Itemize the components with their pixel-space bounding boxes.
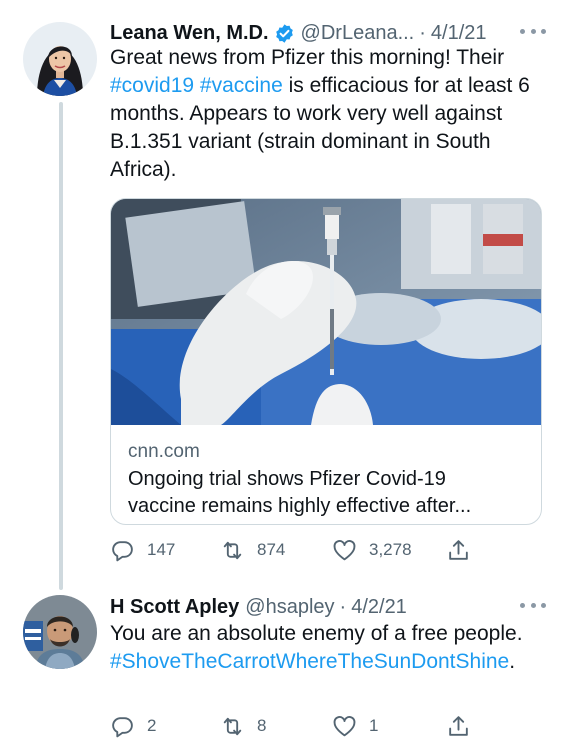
header-separator: · [339, 595, 347, 618]
retweet-arrows-icon [223, 541, 242, 559]
retweet-count: 874 [257, 540, 286, 559]
share-upload-icon [449, 715, 468, 736]
avatar-h-scott-apley[interactable] [23, 595, 97, 669]
more-dots-icon[interactable] [520, 595, 546, 615]
hashtag-vaccine-link[interactable]: #vaccine [200, 74, 283, 97]
like-count: 1 [369, 716, 379, 735]
more-dots-icon[interactable] [520, 21, 546, 41]
tweet-date[interactable]: 4/2/21 [351, 596, 407, 619]
original-tweet[interactable]: Leana Wen, M.D. @DrLeana... · 4/1/21 Gre… [0, 0, 566, 590]
card-title-line: Ongoing trial shows Pfizer Covid-19 [128, 468, 446, 490]
share-button[interactable] [446, 711, 471, 741]
card-domain: cnn.com [128, 441, 200, 462]
author-name[interactable]: H Scott Apley [110, 596, 239, 619]
tweet-text: You are an absolute enemy of a free peop… [110, 620, 548, 676]
share-upload-icon [449, 539, 468, 560]
retweet-arrows-icon [223, 717, 242, 735]
author-name[interactable]: Leana Wen, M.D. [110, 22, 269, 45]
reply-count: 147 [147, 540, 176, 559]
reply-count: 2 [147, 716, 157, 735]
thread-connector-line [59, 102, 63, 590]
tweet-date[interactable]: 4/1/21 [431, 22, 487, 45]
retweet-button[interactable]: 8 [220, 711, 266, 741]
tweet-text-segment: . [509, 650, 516, 673]
tweet-text: Great news from Pfizer this morning! The… [110, 44, 548, 184]
author-handle[interactable]: @DrLeana... [301, 22, 415, 45]
tweet-text-segment: Great news from Pfizer this morning! The… [110, 46, 505, 69]
reply-tweet[interactable]: H Scott Apley @hsapley · 4/2/21 You are … [0, 585, 566, 750]
header-separator: · [419, 21, 426, 44]
link-preview-card[interactable]: cnn.com Ongoing trial shows Pfizer Covid… [110, 198, 542, 525]
tweet-text-segment: You are an absolute enemy of a free peop… [110, 622, 523, 645]
tweet-actions: 2 8 1 [110, 711, 490, 741]
share-button[interactable] [446, 535, 471, 565]
retweet-count: 8 [257, 716, 267, 735]
heart-icon [333, 715, 356, 736]
card-image [111, 199, 541, 425]
hashtag-link[interactable]: #ShoveTheCarrotWhereTheSunDontShine [110, 650, 509, 673]
tweet-actions: 147 874 3,278 [110, 535, 490, 565]
like-button[interactable]: 3,278 [332, 535, 412, 565]
like-button[interactable]: 1 [332, 711, 378, 741]
avatar-leana-wen[interactable] [23, 22, 97, 96]
reply-button[interactable]: 147 [110, 535, 175, 565]
card-title-line: vaccine remains highly effective after..… [128, 495, 472, 517]
reply-bubble-icon [112, 716, 133, 737]
heart-icon [333, 539, 356, 560]
like-count: 3,278 [369, 540, 412, 559]
hashtag-covid19-link[interactable]: #covid19 [110, 74, 194, 97]
tweet-header: H Scott Apley @hsapley · 4/2/21 [110, 592, 546, 622]
verified-badge-icon [275, 23, 293, 43]
reply-button[interactable]: 2 [110, 711, 156, 741]
card-title: Ongoing trial shows Pfizer Covid-19 vacc… [128, 466, 533, 520]
author-handle[interactable]: @hsapley [245, 596, 334, 619]
retweet-button[interactable]: 874 [220, 535, 285, 565]
reply-bubble-icon [112, 540, 133, 561]
